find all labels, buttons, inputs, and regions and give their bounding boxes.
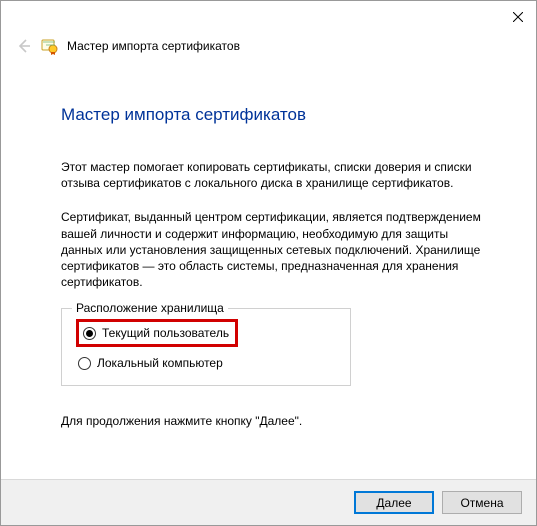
certificate-icon — [41, 37, 59, 55]
radio-label: Локальный компьютер — [97, 356, 223, 370]
store-location-group: Расположение хранилища Текущий пользоват… — [61, 308, 351, 386]
radio-icon — [83, 327, 96, 340]
next-button[interactable]: Далее — [354, 491, 434, 514]
cancel-button[interactable]: Отмена — [442, 491, 522, 514]
title-bar — [1, 1, 536, 31]
wizard-content: Мастер импорта сертификатов Этот мастер … — [1, 55, 536, 428]
radio-current-user[interactable]: Текущий пользователь — [81, 323, 231, 343]
store-location-legend: Расположение хранилища — [72, 301, 228, 315]
highlight-current-user: Текущий пользователь — [76, 319, 238, 347]
wizard-title: Мастер импорта сертификатов — [67, 39, 240, 53]
explain-text: Сертификат, выданный центром сертификаци… — [61, 209, 486, 290]
radio-icon — [78, 357, 91, 370]
radio-label: Текущий пользователь — [102, 326, 229, 340]
continue-hint: Для продолжения нажмите кнопку "Далее". — [61, 414, 486, 428]
close-button[interactable] — [508, 7, 528, 27]
intro-text: Этот мастер помогает копировать сертифик… — [61, 159, 486, 191]
close-icon — [513, 12, 523, 22]
page-heading: Мастер импорта сертификатов — [61, 105, 486, 125]
button-bar: Далее Отмена — [1, 479, 536, 525]
back-arrow-icon — [16, 38, 32, 54]
back-button[interactable] — [15, 37, 33, 55]
radio-local-computer[interactable]: Локальный компьютер — [76, 353, 336, 373]
wizard-header: Мастер импорта сертификатов — [1, 31, 536, 55]
